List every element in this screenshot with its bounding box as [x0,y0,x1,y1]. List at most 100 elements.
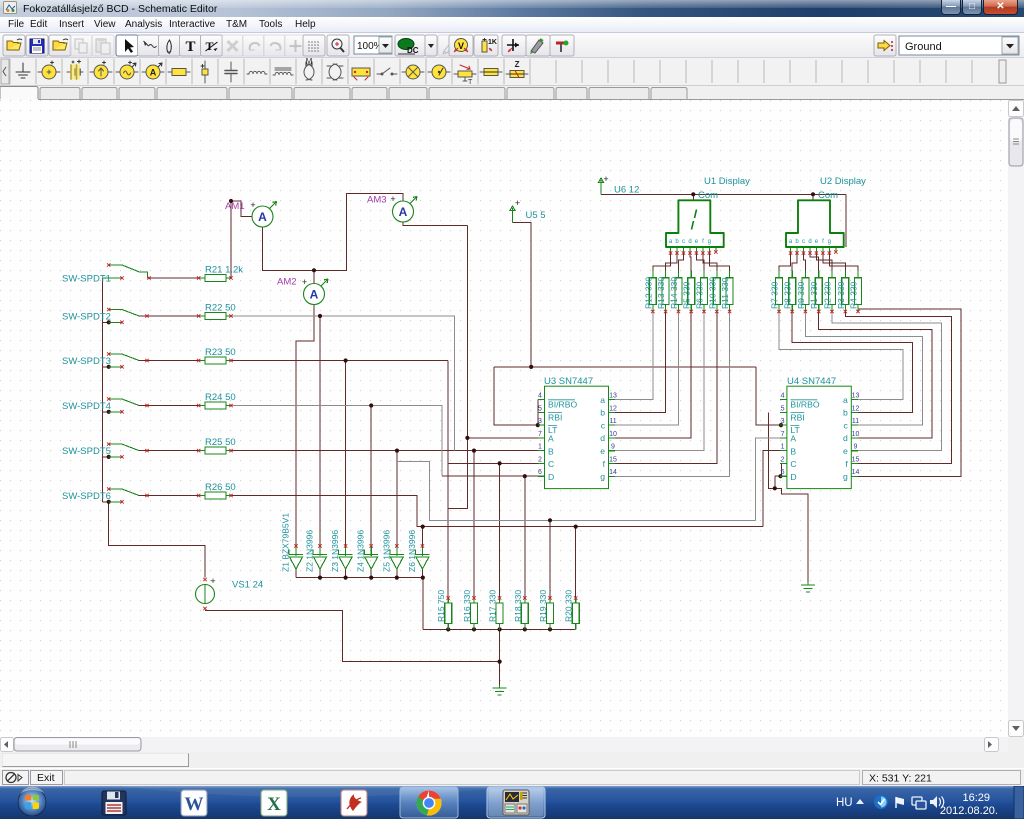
svg-text:10: 10 [609,431,617,438]
svg-text:R21 1.2k: R21 1.2k [205,265,243,276]
svg-text:g: g [708,239,711,245]
svg-text:R23 50: R23 50 [205,347,236,358]
svg-text:e: e [843,446,848,456]
svg-text:b: b [600,408,605,418]
svg-text:+: + [515,198,520,208]
svg-text:R4 330: R4 330 [849,281,859,309]
svg-text:SW-SPDT1: SW-SPDT1 [62,274,111,285]
svg-text:11: 11 [852,418,859,425]
svg-text:R24 50: R24 50 [205,392,236,403]
svg-text:e: e [600,446,605,456]
svg-text:T: T [185,39,195,55]
svg-text:1: 1 [538,444,542,451]
svg-text:3: 3 [538,418,542,425]
svg-text:11: 11 [609,418,616,425]
svg-text:9: 9 [611,444,615,451]
svg-text:A: A [258,210,267,224]
svg-text:15: 15 [609,456,617,463]
svg-text:a: a [843,395,848,405]
svg-text:R14 330: R14 330 [669,277,679,309]
svg-text:1: 1 [781,444,785,451]
svg-text:Z1 BZX79B5V1: Z1 BZX79B5V1 [281,513,291,572]
svg-text:13: 13 [852,393,860,400]
svg-text:SW-SPDT2: SW-SPDT2 [62,312,111,323]
svg-text:+: + [603,174,608,184]
svg-text:+: + [210,576,215,586]
svg-text:c: c [844,420,849,430]
svg-text:U6 12: U6 12 [614,185,639,196]
svg-text:c: c [682,239,685,245]
svg-text:U3 SN7447: U3 SN7447 [544,376,593,387]
svg-text:14: 14 [852,469,860,476]
svg-text:R11 330: R11 330 [720,277,730,309]
svg-text:7: 7 [781,431,785,438]
svg-text:d: d [600,433,605,443]
svg-text:V: V [458,41,464,51]
svg-text:10: 10 [852,431,860,438]
svg-text:7: 7 [538,431,542,438]
svg-text:T: T [468,79,473,86]
svg-text:R12 330: R12 330 [643,277,653,309]
svg-text:5: 5 [538,405,542,412]
svg-text:VS1 24: VS1 24 [232,580,263,591]
svg-text:B: B [790,446,796,456]
svg-text:SW-SPDT6: SW-SPDT6 [62,491,111,502]
svg-text:R3 330: R3 330 [836,281,846,309]
svg-text:g: g [843,472,848,482]
svg-text:R20 330: R20 330 [564,590,574,622]
svg-text:RBI: RBI [548,412,562,422]
svg-text:6: 6 [781,469,785,476]
svg-text:Z3 1N3996: Z3 1N3996 [330,530,340,572]
svg-text:R22 50: R22 50 [205,303,236,314]
svg-text:14: 14 [609,469,617,476]
svg-text:6: 6 [538,469,542,476]
svg-text:X: 531 Y: 221: X: 531 Y: 221 [869,773,932,785]
svg-text:SW-SPDT4: SW-SPDT4 [62,401,111,412]
svg-text:2012.08.20.: 2012.08.20. [940,805,998,817]
svg-text:d: d [688,239,691,245]
svg-text:R18 330: R18 330 [513,590,523,622]
svg-text:Exit: Exit [37,772,55,784]
svg-text:R19 330: R19 330 [538,590,548,622]
svg-text:R8 330: R8 330 [783,281,793,309]
svg-text:2: 2 [538,456,542,463]
svg-text:A: A [790,434,796,444]
svg-text:c: c [601,420,606,430]
svg-text:C: C [548,459,554,469]
svg-text:SW-SPDT3: SW-SPDT3 [62,356,111,367]
svg-text:1K: 1K [488,39,497,46]
svg-text:R17 330: R17 330 [488,590,498,622]
svg-text:Z4 1N3996: Z4 1N3996 [356,530,366,572]
svg-text:R1 330: R1 330 [809,281,819,309]
svg-text:R13 330: R13 330 [656,277,666,309]
svg-text:AM1: AM1 [225,201,245,212]
svg-text:B: B [548,446,554,456]
svg-text:Z2 1N3996: Z2 1N3996 [305,530,315,572]
svg-text:X: X [267,794,281,815]
svg-text:b: b [843,408,848,418]
svg-text:R25 50: R25 50 [205,437,236,448]
svg-text:R26 50: R26 50 [205,482,236,493]
svg-text:RBI: RBI [790,412,804,422]
svg-text:C: C [790,459,796,469]
svg-text:4: 4 [781,393,785,400]
svg-text:D: D [790,472,796,482]
svg-text:Ground: Ground [905,41,942,53]
svg-text:U4 SN7447: U4 SN7447 [787,376,836,387]
svg-text:+: + [302,277,307,287]
svg-text:R9 330: R9 330 [796,281,806,309]
svg-text:c: c [802,239,805,245]
svg-text:A: A [548,434,554,444]
svg-text:A: A [310,288,319,302]
svg-text:+: + [250,200,255,210]
svg-text:R5 330: R5 330 [682,281,692,309]
svg-text:U1 Display: U1 Display [704,176,750,187]
svg-text:g: g [600,472,605,482]
svg-text:BI/RBO: BI/RBO [790,400,819,410]
svg-text:16:29: 16:29 [962,792,990,804]
svg-text:3: 3 [781,418,785,425]
svg-text:U5 5: U5 5 [526,210,546,221]
svg-text:d: d [808,239,811,245]
svg-text:12: 12 [609,405,617,412]
svg-text:R15 750: R15 750 [436,590,446,622]
